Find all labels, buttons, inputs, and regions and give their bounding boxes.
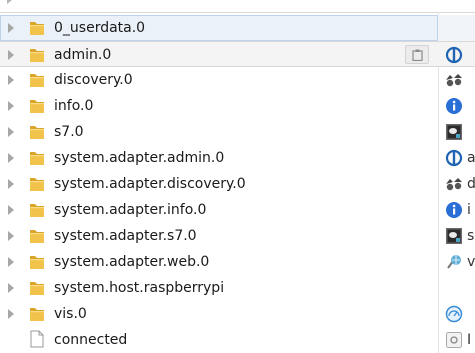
tree-row[interactable]: s7.0 bbox=[0, 119, 475, 145]
tree-item-label: system.host.raspberrypi bbox=[54, 280, 225, 296]
folder-icon bbox=[29, 123, 45, 140]
tree-row[interactable]: discovery.0 bbox=[0, 67, 475, 93]
copy-button[interactable] bbox=[405, 45, 429, 64]
expand-arrow-icon bbox=[7, 0, 12, 4]
adapter-name-text: a bbox=[467, 150, 475, 166]
tree-row[interactable]: system.host.raspberrypi bbox=[0, 275, 475, 301]
adapter-name-text: v bbox=[467, 254, 475, 270]
tree-row[interactable]: system.adapter.admin.0 a bbox=[0, 145, 475, 171]
tree-row[interactable]: info.0 bbox=[0, 93, 475, 119]
s7-plc-icon bbox=[445, 227, 463, 245]
folder-icon bbox=[29, 46, 45, 63]
folder-icon bbox=[29, 253, 45, 270]
tree-row[interactable]: connected I bbox=[0, 327, 475, 353]
admin-power-icon bbox=[445, 46, 463, 64]
tree-item-label: admin.0 bbox=[54, 47, 112, 63]
state-icon bbox=[445, 331, 463, 349]
expand-arrow-icon[interactable] bbox=[8, 101, 14, 111]
tree-item-label: 0_userdata.0 bbox=[54, 20, 146, 36]
s7-plc-icon bbox=[445, 123, 463, 141]
tree-item-label: system.adapter.info.0 bbox=[54, 202, 207, 218]
folder-icon bbox=[29, 227, 45, 244]
tree-row[interactable]: admin.0 bbox=[0, 41, 475, 67]
vis-gauge-icon bbox=[445, 305, 463, 323]
info-icon bbox=[445, 97, 463, 115]
folder-icon bbox=[29, 149, 45, 166]
expand-arrow-icon[interactable] bbox=[8, 257, 14, 267]
folder-icon bbox=[29, 305, 45, 322]
expand-arrow-icon[interactable] bbox=[8, 153, 14, 163]
expand-arrow-icon[interactable] bbox=[8, 205, 14, 215]
expand-arrow-icon[interactable] bbox=[8, 231, 14, 241]
tree-item-label: system.adapter.admin.0 bbox=[54, 150, 225, 166]
expand-arrow-icon[interactable] bbox=[8, 75, 14, 85]
binoculars-icon bbox=[445, 71, 463, 89]
document-icon bbox=[29, 330, 45, 348]
tree-item-label: system.adapter.discovery.0 bbox=[54, 176, 246, 192]
header-strip bbox=[0, 0, 475, 13]
folder-icon bbox=[29, 175, 45, 192]
tree-item-label: s7.0 bbox=[54, 124, 84, 140]
tree-row[interactable]: system.adapter.web.0 v bbox=[0, 249, 475, 275]
tree-row[interactable]: system.adapter.s7.0 s bbox=[0, 223, 475, 249]
folder-icon bbox=[29, 97, 45, 114]
tree-item-label: info.0 bbox=[54, 98, 94, 114]
tree-item-label: connected bbox=[54, 332, 128, 348]
adapter-name-text: i bbox=[467, 202, 471, 218]
tree-item-label: system.adapter.web.0 bbox=[54, 254, 210, 270]
expand-arrow-icon[interactable] bbox=[8, 50, 14, 60]
binoculars-icon bbox=[445, 175, 463, 193]
folder-icon bbox=[29, 71, 45, 88]
folder-icon bbox=[29, 201, 45, 218]
expand-arrow-icon[interactable] bbox=[8, 23, 14, 33]
adapter-name-text: s bbox=[467, 228, 475, 244]
tree-row[interactable]: vis.0 bbox=[0, 301, 475, 327]
adapter-name-text: d bbox=[467, 176, 475, 192]
admin-power-icon bbox=[445, 149, 463, 167]
expand-arrow-icon[interactable] bbox=[8, 179, 14, 189]
tree-item-label: discovery.0 bbox=[54, 72, 133, 88]
web-globe-icon bbox=[445, 253, 463, 271]
tree-item-label: system.adapter.s7.0 bbox=[54, 228, 197, 244]
tree-row[interactable]: system.adapter.discovery.0 d bbox=[0, 171, 475, 197]
expand-arrow-icon[interactable] bbox=[8, 283, 14, 293]
info-icon bbox=[445, 201, 463, 219]
expand-arrow-icon[interactable] bbox=[8, 309, 14, 319]
folder-icon bbox=[29, 19, 45, 36]
tree-row[interactable]: system.adapter.info.0 i bbox=[0, 197, 475, 223]
tree-item-label: vis.0 bbox=[54, 306, 87, 322]
expand-arrow-icon[interactable] bbox=[8, 127, 14, 137]
folder-icon bbox=[29, 279, 45, 296]
adapter-name-text: I bbox=[467, 332, 472, 348]
tree-row[interactable]: 0_userdata.0 bbox=[0, 15, 475, 41]
